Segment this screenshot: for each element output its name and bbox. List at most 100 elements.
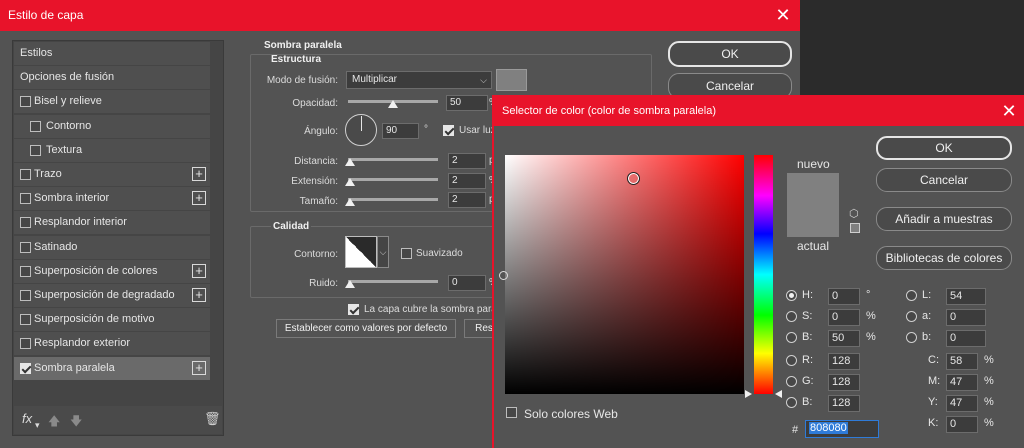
size-field[interactable]: 2 (448, 192, 486, 208)
rgb-field-1[interactable]: 128 (828, 374, 860, 391)
only-web-colors-checkbox[interactable] (506, 407, 517, 418)
layer-style-ok-button[interactable]: OK (668, 41, 792, 67)
style-item-checkbox[interactable] (20, 217, 31, 229)
trash-icon[interactable]: 🗑 (204, 411, 221, 427)
style-item-checkbox[interactable] (20, 169, 31, 180)
style-item-checkbox[interactable] (20, 290, 31, 301)
opacity-slider-handle[interactable] (388, 100, 398, 108)
distance-slider-handle[interactable] (345, 158, 355, 166)
angle-dial[interactable] (345, 114, 377, 146)
layer-style-close-icon[interactable]: ✕ (768, 0, 798, 31)
lab-radio-1[interactable] (906, 311, 917, 322)
lab-field-2[interactable]: 0 (946, 330, 986, 347)
lab-radio-2[interactable] (906, 332, 917, 343)
rgb-field-2[interactable]: 128 (828, 395, 860, 412)
size-slider-handle[interactable] (345, 198, 355, 206)
shadow-color-swatch[interactable] (496, 69, 527, 91)
color-picker-ok-button[interactable]: OK (876, 136, 1012, 160)
style-item-9[interactable]: Superposición de colores + (14, 259, 210, 283)
move-down-icon[interactable]: 🡇 (70, 412, 82, 433)
hue-slider-left-handle[interactable] (745, 390, 752, 398)
noise-slider-handle[interactable] (345, 280, 355, 288)
fx-icon[interactable]: fx (22, 411, 32, 426)
style-item-5[interactable]: Trazo + (14, 163, 210, 186)
hsb-unit-2: % (866, 331, 876, 343)
noise-field[interactable]: 0 (448, 275, 486, 291)
hsb-field-2[interactable]: 50 (828, 330, 860, 347)
hue-slider[interactable] (754, 155, 773, 394)
add-instance-plus-icon[interactable]: + (192, 167, 206, 181)
hsb-radio-1[interactable] (786, 311, 797, 322)
lab-field-0[interactable]: 54 (946, 288, 986, 305)
color-field-cursor[interactable] (627, 172, 640, 185)
add-instance-plus-icon[interactable]: + (192, 360, 206, 375)
style-item-checkbox[interactable] (20, 314, 31, 326)
angle-field[interactable]: 90 (382, 123, 419, 139)
current-color-swatch[interactable] (787, 205, 839, 237)
add-instance-plus-icon[interactable]: + (192, 288, 206, 302)
add-to-swatches-button[interactable]: Añadir a muestras (876, 207, 1012, 231)
contour-preview[interactable] (345, 236, 377, 268)
contour-dropdown-icon[interactable]: ⌵ (377, 236, 389, 268)
distance-field[interactable]: 2 (448, 153, 486, 169)
color-picker-cancel-button[interactable]: Cancelar (876, 168, 1012, 192)
color-libraries-button[interactable]: Bibliotecas de colores (876, 246, 1012, 270)
knockout-checkbox[interactable] (348, 304, 359, 315)
hsb-radio-2[interactable] (786, 332, 797, 343)
spread-field[interactable]: 2 (448, 173, 486, 189)
add-instance-plus-icon[interactable]: + (192, 191, 206, 206)
blend-mode-select[interactable]: Multiplicar ⌵ (346, 71, 492, 89)
rgb-field-0[interactable]: 128 (828, 353, 860, 370)
fx-dropdown-icon[interactable]: ▾ (35, 420, 40, 431)
style-item-8[interactable]: Satinado (14, 235, 210, 259)
hue-slider-right-handle[interactable] (775, 390, 782, 398)
style-item-checkbox[interactable] (20, 362, 31, 374)
color-field[interactable] (505, 155, 744, 394)
lab-field-1[interactable]: 0 (946, 309, 986, 326)
style-item-7[interactable]: Resplandor interior (14, 211, 210, 235)
style-item-checkbox[interactable] (30, 144, 41, 156)
rgb-radio-2[interactable] (786, 397, 797, 408)
style-item-checkbox[interactable] (20, 338, 31, 350)
hsb-field-0[interactable]: 0 (828, 288, 860, 305)
style-item-13[interactable]: Sombra paralela + (14, 356, 210, 380)
web-safe-swatch-icon[interactable] (850, 223, 860, 233)
style-item-6[interactable]: Sombra interior + (14, 187, 210, 211)
set-default-button[interactable]: Establecer como valores por defecto (276, 319, 456, 338)
antialias-checkbox[interactable] (401, 248, 412, 259)
hsb-radio-0[interactable] (786, 290, 797, 301)
style-item-1[interactable]: Opciones de fusión (14, 66, 210, 90)
lab-radio-0[interactable] (906, 290, 917, 301)
opacity-field[interactable]: 50 (446, 95, 488, 111)
style-item-3[interactable]: Contorno (14, 114, 210, 138)
cmyk-field-1[interactable]: 47 (946, 374, 978, 391)
style-item-0[interactable]: Estilos (14, 42, 210, 65)
style-item-checkbox[interactable] (20, 193, 31, 205)
spread-slider[interactable] (348, 178, 438, 181)
style-item-12[interactable]: Resplandor exterior (14, 332, 210, 356)
style-item-checkbox[interactable] (30, 120, 41, 132)
rgb-radio-0[interactable] (786, 355, 797, 366)
style-item-11[interactable]: Superposición de motivo (14, 308, 210, 332)
size-slider[interactable] (348, 198, 438, 201)
noise-slider[interactable] (348, 280, 438, 283)
hex-field[interactable]: 808080 (805, 420, 879, 438)
color-picker-close-icon[interactable]: ✕ (994, 97, 1024, 126)
style-item-checkbox[interactable] (20, 96, 31, 108)
cmyk-field-2[interactable]: 47 (946, 395, 978, 412)
distance-slider[interactable] (348, 158, 438, 161)
spread-slider-handle[interactable] (345, 178, 355, 186)
style-item-2[interactable]: Bisel y relieve (14, 90, 210, 114)
style-item-10[interactable]: Superposición de degradado + (14, 284, 210, 307)
global-light-checkbox[interactable] (443, 125, 454, 136)
cmyk-field-0[interactable]: 58 (946, 353, 978, 370)
rgb-radio-1[interactable] (786, 376, 797, 387)
style-item-4[interactable]: Textura (14, 138, 210, 162)
cmyk-field-3[interactable]: 0 (946, 416, 978, 433)
style-item-checkbox[interactable] (20, 241, 31, 253)
move-up-icon[interactable]: 🡅 (48, 412, 60, 433)
add-instance-plus-icon[interactable]: + (192, 263, 206, 278)
hsb-field-1[interactable]: 0 (828, 309, 860, 326)
out-of-gamut-cube-icon[interactable]: ⬡ (849, 207, 859, 220)
style-item-checkbox[interactable] (20, 265, 31, 277)
